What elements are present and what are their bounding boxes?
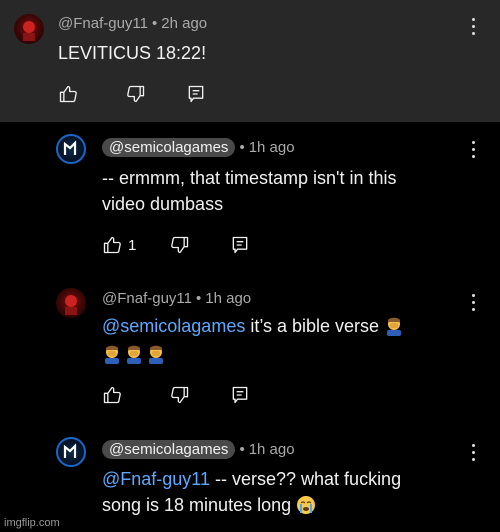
comment-text: -- ermmm, that timestamp isn't in this v… (102, 165, 397, 217)
separator-dot: • (152, 15, 158, 32)
more-options-icon[interactable] (470, 444, 476, 462)
comment-meta: @Fnaf-guy11 • 1h ago (102, 290, 251, 307)
thumbs-up-icon (59, 85, 77, 103)
man-facepalming-emoji (149, 345, 163, 364)
comment-time[interactable]: 1h ago (249, 441, 295, 458)
dislike-button[interactable] (126, 84, 146, 104)
comment-meta: @semicolagames • 1h ago (102, 138, 295, 157)
reply-button[interactable] (186, 84, 206, 104)
separator-dot: • (196, 290, 202, 307)
man-facepalming-emoji (127, 345, 141, 364)
avatar-image (65, 295, 77, 315)
comment-time[interactable]: 2h ago (161, 15, 207, 32)
comment-meta: @semicolagames • 1h ago (102, 440, 295, 459)
avatar[interactable] (56, 288, 86, 318)
avatar[interactable] (56, 437, 86, 467)
thumbs-down-icon (171, 236, 189, 254)
like-button[interactable] (102, 385, 122, 405)
comment-author[interactable]: @semicolagames (102, 138, 236, 157)
reply-icon (188, 85, 204, 103)
reply-icon (232, 386, 248, 404)
comment-text-line: song is 18 minutes long (102, 495, 292, 515)
mention-link[interactable]: @semicolagames (102, 316, 245, 336)
like-button[interactable] (58, 84, 78, 104)
reply-button[interactable] (230, 235, 250, 255)
avatar-image (63, 140, 77, 155)
thumbs-down-icon (127, 85, 145, 103)
comment-text: @semicolagames it’s a bible verse (102, 313, 462, 367)
dislike-button[interactable] (170, 385, 190, 405)
reply-button[interactable] (230, 385, 250, 405)
comment-text-line: it’s a bible verse (245, 316, 380, 336)
dislike-button[interactable] (170, 235, 190, 255)
separator-dot: • (239, 441, 245, 458)
comment-time[interactable]: 1h ago (249, 139, 295, 156)
comment-author[interactable]: @semicolagames (102, 440, 236, 459)
avatar[interactable] (14, 14, 44, 44)
more-options-icon[interactable] (470, 18, 476, 36)
separator-dot: • (239, 139, 245, 156)
more-options-icon[interactable] (470, 141, 476, 159)
comment-meta: @Fnaf-guy11 • 2h ago (58, 15, 207, 32)
comment-text-line: video dumbass (102, 194, 224, 214)
comment-time[interactable]: 1h ago (205, 290, 251, 307)
watermark: imgflip.com (4, 517, 60, 529)
man-facepalming-emoji (105, 345, 119, 364)
comment-text: LEVITICUS 18:22! (58, 43, 207, 63)
avatar-image (23, 21, 35, 41)
man-facepalming-emoji (387, 317, 402, 336)
comment-text: @Fnaf-guy11 -- verse?? what fucking song… (102, 466, 472, 518)
thumbs-up-icon (103, 236, 121, 254)
thumbs-down-icon (171, 386, 189, 404)
reply-icon (232, 236, 248, 254)
thumbs-up-icon (103, 386, 121, 404)
comment-text-line: -- ermmm, that timestamp isn't in this (102, 168, 397, 188)
like-count: 1 (128, 236, 137, 254)
comment-author[interactable]: @Fnaf-guy11 (102, 290, 192, 307)
avatar-image (63, 443, 77, 458)
comment-author[interactable]: @Fnaf-guy11 (58, 15, 148, 32)
more-options-icon[interactable] (470, 294, 476, 312)
mention-link[interactable]: @Fnaf-guy11 (102, 469, 210, 489)
like-button[interactable]: 1 (102, 235, 136, 255)
comment-text-line: -- verse?? what fucking (210, 469, 402, 489)
loudly-crying-face-emoji (297, 496, 316, 514)
avatar[interactable] (56, 134, 86, 164)
